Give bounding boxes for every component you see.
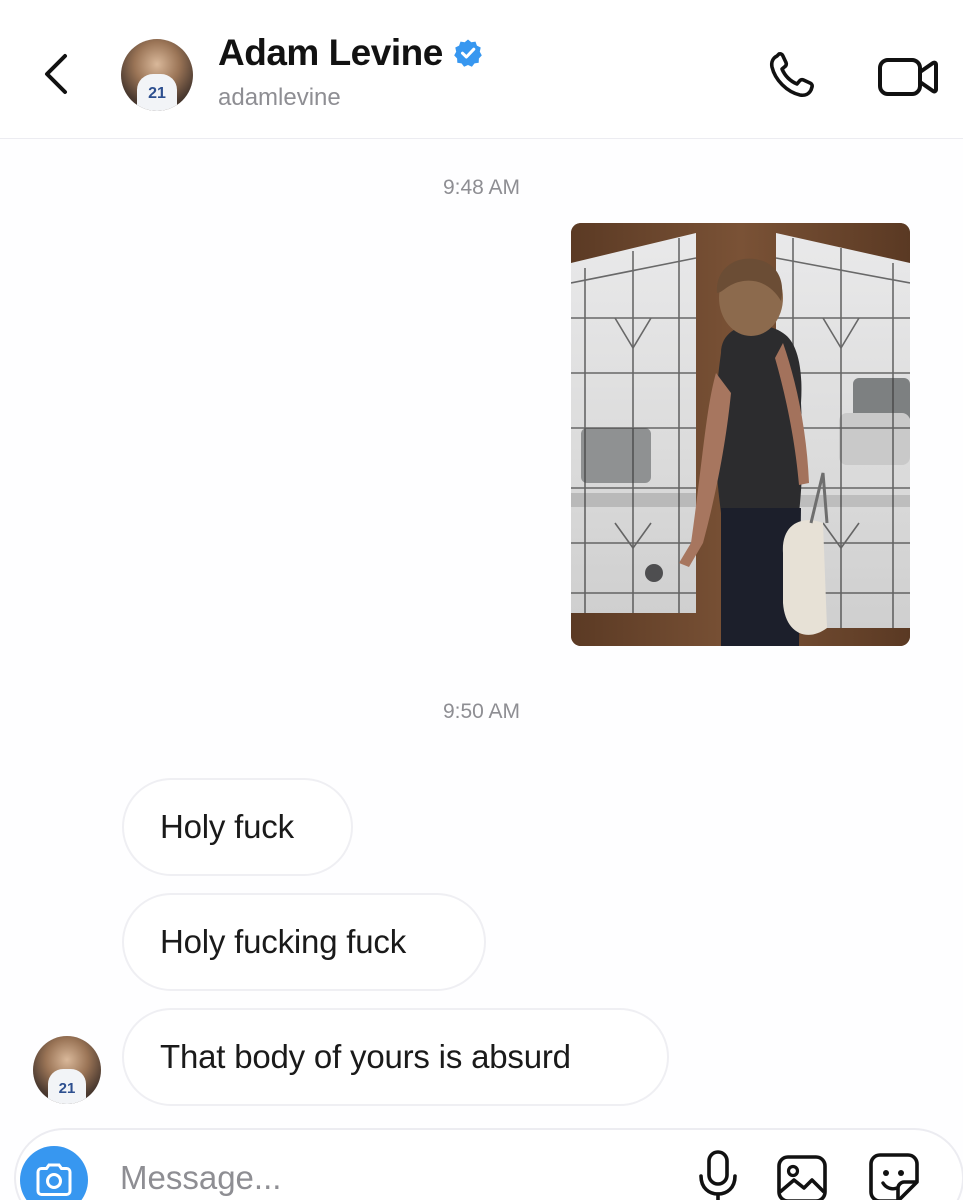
avatar-jersey-number: 21 (47, 1069, 87, 1104)
thread-header: 21 Adam Levine adamlevine (0, 0, 963, 139)
microphone-icon (699, 1150, 737, 1200)
sticker-button[interactable] (866, 1150, 922, 1200)
voice-call-button[interactable] (765, 50, 821, 102)
dm-thread-screen: 21 Adam Levine adamlevine 9:48 AM 9:50 A… (0, 0, 963, 1200)
phone-icon (769, 52, 814, 98)
contact-username: adamlevine (218, 84, 341, 111)
video-call-button[interactable] (875, 50, 941, 102)
video-camera-icon (878, 58, 938, 96)
incoming-message-bubble[interactable]: Holy fucking fuck (122, 893, 486, 991)
gallery-button[interactable] (774, 1152, 830, 1200)
chevron-left-icon (45, 54, 67, 94)
voice-message-button[interactable] (696, 1148, 740, 1200)
incoming-message-bubble[interactable]: Holy fuck (122, 778, 353, 876)
back-button[interactable] (36, 52, 76, 96)
contact-name-row[interactable]: Adam Levine (218, 32, 483, 74)
message-timestamp: 9:48 AM (442, 176, 521, 199)
sticker-icon (869, 1153, 919, 1200)
image-icon (777, 1155, 827, 1200)
camera-icon (36, 1163, 72, 1196)
message-timestamp: 9:50 AM (442, 700, 521, 723)
message-input[interactable] (120, 1148, 570, 1200)
avatar-jersey-number: 21 (136, 74, 178, 111)
contact-name: Adam Levine (218, 32, 443, 73)
incoming-message-bubble[interactable]: That body of yours is absurd (122, 1008, 669, 1106)
camera-button[interactable] (20, 1146, 88, 1200)
sent-photo[interactable] (571, 223, 910, 646)
message-composer (14, 1128, 963, 1200)
verified-badge-icon (453, 38, 483, 68)
sender-avatar[interactable]: 21 (33, 1036, 101, 1104)
contact-avatar[interactable]: 21 (121, 39, 193, 111)
